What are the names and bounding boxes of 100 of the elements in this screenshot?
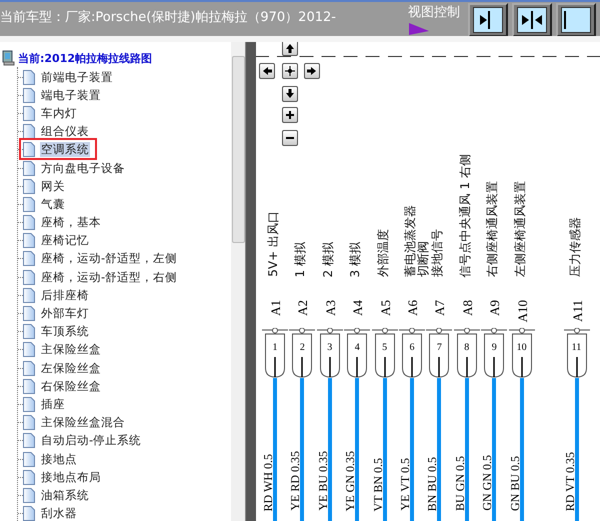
wire-label: RD VT 0.35 xyxy=(564,452,576,511)
pin-label: A5 xyxy=(378,300,394,316)
document-icon xyxy=(23,215,35,230)
pin-label: A4 xyxy=(350,300,366,316)
document-icon xyxy=(23,270,35,285)
pin-label: A1 xyxy=(268,300,284,316)
tree-item[interactable]: 后排座椅 xyxy=(40,288,90,303)
tree-item[interactable]: 外部车灯 xyxy=(40,306,90,322)
signal-label: 左侧座椅通风装置 xyxy=(514,181,527,277)
zoom-out-button[interactable] xyxy=(282,130,298,146)
document-icon xyxy=(23,288,35,303)
tree-item[interactable]: 座椅记忆 xyxy=(40,233,90,248)
tree-item[interactable]: 主保险丝盒 xyxy=(40,342,102,358)
wire-label: BN BU 0.5 xyxy=(426,456,438,511)
pin-number: 4 xyxy=(354,343,361,353)
pin-number: 11 xyxy=(570,343,582,353)
view-button[interactable] xyxy=(556,3,596,36)
pin-number: 7 xyxy=(436,343,443,353)
document-icon xyxy=(23,70,35,85)
tree-item[interactable]: 自动启动-停止系统 xyxy=(40,433,142,448)
document-icon xyxy=(23,178,35,194)
signal-label: 2 模拟 xyxy=(322,242,335,277)
pin-number: 9 xyxy=(490,343,498,353)
tree-item[interactable]: 组合仪表 xyxy=(40,124,90,140)
document-icon xyxy=(23,106,35,121)
connector-pin-drawing xyxy=(426,328,452,378)
pin-number: 3 xyxy=(326,343,334,353)
tree-item[interactable]: 油箱系统 xyxy=(40,488,90,503)
tree-item[interactable]: 气囊 xyxy=(40,196,66,212)
pin-number: 1 xyxy=(272,343,278,353)
tree-item[interactable]: 接地点 xyxy=(40,452,78,467)
pin-number: 10 xyxy=(516,343,528,353)
document-icon xyxy=(23,88,35,103)
pin-label: A8 xyxy=(460,300,476,316)
document-icon xyxy=(23,160,35,176)
pin-label: A9 xyxy=(487,300,504,316)
wire-label: YE BU 0.35 xyxy=(316,451,329,511)
tree-item[interactable]: 刮水器 xyxy=(40,506,78,521)
signal-label: 外部温度 xyxy=(376,229,390,277)
connector-pin-drawing xyxy=(372,328,398,378)
document-icon xyxy=(23,306,35,322)
wire-label: YE VT 0.5 xyxy=(399,458,411,511)
document-icon xyxy=(23,233,35,248)
tree-item[interactable]: 座椅，运动-舒适型，左侧 xyxy=(40,251,178,266)
pan-down-button[interactable] xyxy=(282,86,298,102)
wire-label: GN BU 0.5 xyxy=(508,456,521,511)
scrollbar[interactable] xyxy=(231,42,245,521)
connector-pin-drawing xyxy=(399,328,425,378)
pin-label: A7 xyxy=(432,300,448,316)
signal-label: 右侧座椅通风装置 xyxy=(486,181,500,277)
view-button[interactable] xyxy=(468,3,508,36)
signal-label: 5V+ 出风口 xyxy=(267,211,280,277)
wire-label: VT BN 0.5 xyxy=(372,458,384,511)
wire-label: RD WH 0.5 xyxy=(262,454,274,511)
pin-number: 5 xyxy=(381,343,388,353)
pin-label: A2 xyxy=(295,300,312,316)
tree-item[interactable]: 方向盘电子设备 xyxy=(40,160,126,176)
crosshair-icon xyxy=(285,66,295,76)
pin-label: A6 xyxy=(405,300,421,316)
tree-item[interactable]: 接地点布局 xyxy=(40,470,102,485)
document-icon xyxy=(23,124,35,140)
pan-up-button[interactable] xyxy=(282,42,298,56)
tree-item[interactable]: 端电子装置 xyxy=(40,88,102,103)
wire-label: YE GN 0.35 xyxy=(344,450,356,511)
pin-number: 6 xyxy=(408,343,416,353)
pin-number: 8 xyxy=(463,343,470,353)
tree-item[interactable]: 空调系统 xyxy=(40,142,90,158)
arrow-right-icon xyxy=(307,66,317,76)
tree-item[interactable]: 车内灯 xyxy=(40,106,78,121)
tree-item[interactable]: 插座 xyxy=(40,396,66,412)
pan-left-button[interactable] xyxy=(259,63,275,79)
document-icon xyxy=(23,342,35,358)
connector-pin-drawing xyxy=(481,328,508,378)
document-icon xyxy=(23,196,35,212)
tree-item[interactable]: 车顶系统 xyxy=(40,324,90,340)
connector-pin-drawing xyxy=(508,328,535,378)
tree-item[interactable]: 前端电子装置 xyxy=(40,70,114,85)
document-icon xyxy=(23,470,35,485)
tree-item[interactable]: 右保险丝盒 xyxy=(40,378,102,394)
tree-item[interactable]: 座椅，运动-舒适型，右侧 xyxy=(40,270,178,285)
view-control-label: 视图控制 xyxy=(408,5,460,21)
zoom-in-button[interactable] xyxy=(282,107,298,123)
pin-label: A11 xyxy=(570,300,586,322)
tree-item[interactable]: 座椅，基本 xyxy=(40,215,102,230)
view-button[interactable] xyxy=(512,3,552,36)
pan-right-button[interactable] xyxy=(304,63,320,79)
tree-root-label[interactable]: 当前:2012帕拉梅拉线路图 xyxy=(18,50,152,66)
document-icon xyxy=(23,488,35,503)
wire-label: GN GN 0.5 xyxy=(481,455,494,511)
document-icon xyxy=(23,506,35,521)
signal-label: 3 模拟 xyxy=(349,242,362,277)
tree-item[interactable]: 主保险丝盒混合 xyxy=(40,415,126,430)
signal-label: 1 模拟 xyxy=(294,242,308,277)
tree-item[interactable]: 左保险丝盒 xyxy=(40,360,102,376)
tree-item[interactable]: 网关 xyxy=(40,178,66,194)
pan-center-button[interactable] xyxy=(282,63,298,79)
document-icon xyxy=(23,360,35,376)
connector-pin-drawing xyxy=(344,328,370,378)
signal-label: 压力传感器 xyxy=(568,217,582,277)
connector-pin-drawing xyxy=(564,328,590,378)
